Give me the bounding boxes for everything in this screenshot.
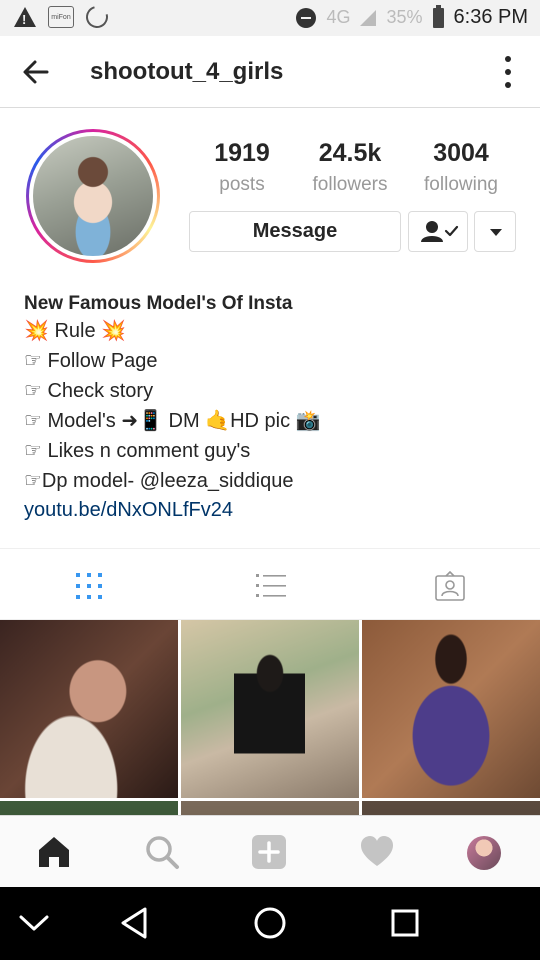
triangle-down-icon (490, 229, 502, 236)
profile-avatar-tab[interactable] (467, 836, 501, 870)
photo-thumbnail[interactable] (362, 801, 540, 815)
bio-name: New Famous Model's Of Insta (24, 293, 293, 314)
tab-tagged[interactable] (360, 549, 540, 621)
photo-grid (0, 620, 540, 815)
add-icon[interactable] (251, 834, 287, 870)
profile-avatar[interactable] (26, 129, 160, 263)
do-not-disturb-icon (296, 7, 317, 28)
stat-posts-value: 1919 (214, 139, 270, 167)
photo-thumbnail[interactable] (0, 620, 178, 798)
more-vertical-icon[interactable] (504, 56, 512, 88)
bio-link[interactable]: youtu.be/dNxONLfFv24 (24, 496, 524, 524)
status-bar: ! miFon 4G 35% 6:36 PM (0, 0, 540, 36)
signal-icon (360, 9, 377, 26)
stat-posts[interactable]: 1919 posts (190, 138, 294, 196)
heart-icon[interactable] (359, 834, 395, 870)
stat-following-label: following (424, 174, 498, 195)
battery-percent: 35% (386, 7, 423, 27)
stat-following-value: 3004 (433, 139, 489, 167)
search-icon[interactable] (144, 834, 180, 870)
photo-thumbnail[interactable] (0, 801, 178, 815)
grid-icon (76, 573, 102, 599)
tab-grid[interactable] (0, 549, 180, 621)
system-navigation-bar (0, 887, 540, 960)
photo-thumbnail[interactable] (362, 620, 540, 798)
stat-followers-label: followers (312, 174, 388, 195)
bio-line: ☞ Likes n comment guy's (24, 440, 251, 462)
chevron-down-icon[interactable] (16, 905, 52, 941)
arrow-left-icon[interactable] (20, 56, 52, 88)
bio-line: ☞ Model's ➜📱 DM 🤙HD pic 📸 (24, 410, 321, 432)
status-bar-right: 4G 35% 6:36 PM (296, 4, 528, 29)
photo-thumbnail[interactable] (181, 620, 359, 798)
following-check-icon (421, 221, 459, 242)
bio-line: ☞ Follow Page (24, 350, 158, 372)
bio-line: 💥 Rule 💥 (24, 320, 127, 342)
suggested-dropdown-button[interactable] (474, 211, 516, 252)
profile-stats: 1919 posts 24.5k followers 3004 followin… (190, 138, 520, 196)
clock: 6:36 PM (453, 6, 528, 28)
back-triangle-icon[interactable] (117, 905, 153, 941)
avatar-photo (33, 136, 153, 256)
bio-line: ☞ Check story (24, 380, 154, 402)
tagged-icon (435, 571, 465, 601)
stat-following[interactable]: 3004 following (406, 138, 516, 196)
profile-username: shootout_4_girls (90, 58, 284, 85)
photo-thumbnail[interactable] (181, 801, 359, 815)
avatar-border (29, 132, 157, 260)
network-type: 4G (326, 7, 351, 27)
warning-icon: ! (14, 7, 36, 27)
bio-line: ☞Dp model- @leeza_siddique (24, 470, 294, 492)
message-button[interactable]: Message (189, 211, 401, 252)
tab-list[interactable] (180, 549, 360, 621)
stat-posts-label: posts (219, 174, 265, 195)
home-icon[interactable] (36, 834, 72, 870)
status-bar-left: ! miFon (14, 1, 113, 33)
sync-app-icon (81, 1, 113, 33)
home-circle-icon[interactable] (252, 905, 288, 941)
battery-icon (432, 4, 444, 28)
mifon-app-icon: miFon (48, 6, 74, 28)
bottom-navigation (0, 815, 540, 887)
app-header: shootout_4_girls (0, 36, 540, 108)
stat-followers-value: 24.5k (318, 139, 382, 167)
recents-square-icon[interactable] (387, 905, 423, 941)
following-button[interactable] (408, 211, 468, 252)
list-icon (256, 574, 286, 597)
stat-followers[interactable]: 24.5k followers (294, 138, 406, 196)
profile-bio: New Famous Model's Of Insta 💥 Rule 💥 ☞ F… (24, 292, 524, 524)
profile-tabs (0, 548, 540, 620)
